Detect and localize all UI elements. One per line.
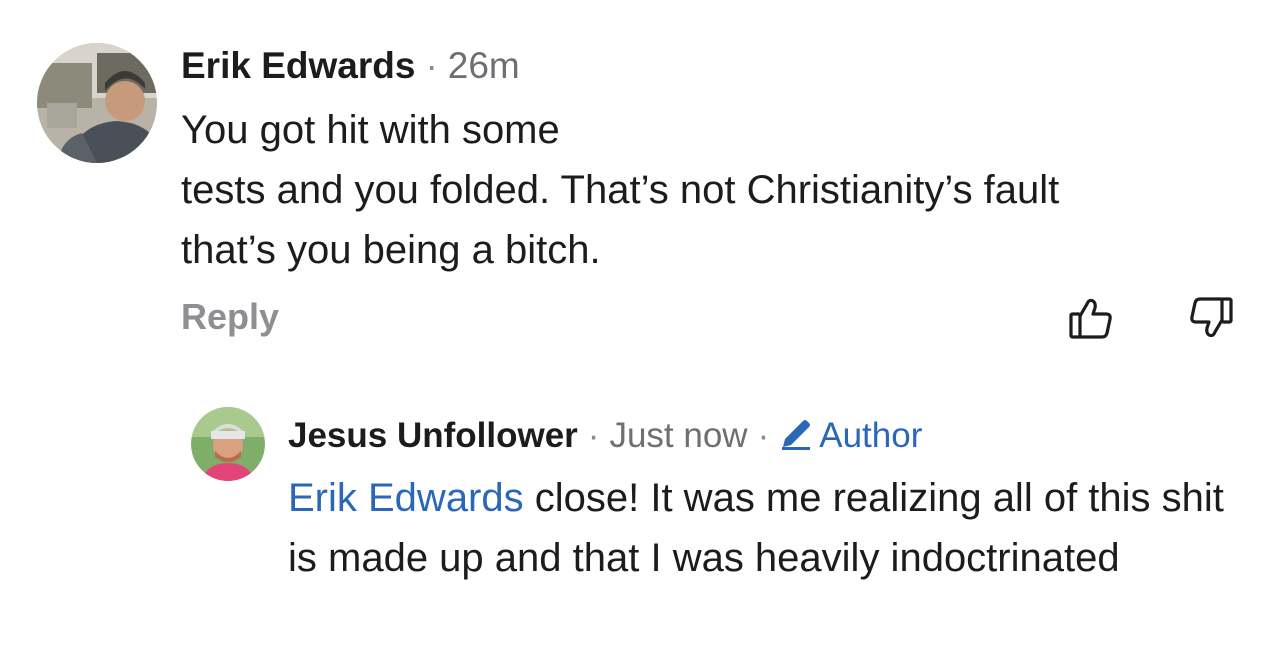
comment-line: You got hit with some xyxy=(181,108,560,152)
pencil-icon xyxy=(782,420,811,450)
user-avatar[interactable] xyxy=(191,407,265,481)
comment-line: that’s you being a bitch. xyxy=(181,228,601,272)
reply-button[interactable]: Reply xyxy=(181,296,279,338)
reply-header: Jesus Unfollower · Just now · Author xyxy=(288,414,922,458)
reply-comment: Jesus Unfollower · Just now · Author Erik Ed… xyxy=(0,360,1284,645)
separator: · xyxy=(587,416,600,455)
reply-body: Erik Edwards close! It was me realizing … xyxy=(288,468,1248,588)
comment-body: You got hit with some tests and you fold… xyxy=(181,100,1241,280)
user-avatar[interactable] xyxy=(37,43,157,163)
thumbs-down-icon[interactable] xyxy=(1188,295,1234,341)
separator: · xyxy=(757,416,770,455)
author-badge-label: Author xyxy=(819,416,923,455)
thumbs-up-icon[interactable] xyxy=(1068,295,1114,341)
reply-author[interactable]: Jesus Unfollower xyxy=(288,416,578,455)
comment-line: tests and you folded. That’s not Christi… xyxy=(181,168,1060,212)
user-mention[interactable]: Erik Edwards xyxy=(288,476,524,520)
comment-header: Erik Edwards · 26m xyxy=(181,44,520,88)
author-badge: Author xyxy=(779,416,922,455)
comment-author[interactable]: Erik Edwards xyxy=(181,45,415,86)
comment-timestamp: 26m xyxy=(447,45,520,86)
separator: · xyxy=(425,45,438,86)
comment: Erik Edwards · 26m You got hit with some t… xyxy=(0,0,1284,360)
reply-timestamp: Just now xyxy=(609,416,748,455)
